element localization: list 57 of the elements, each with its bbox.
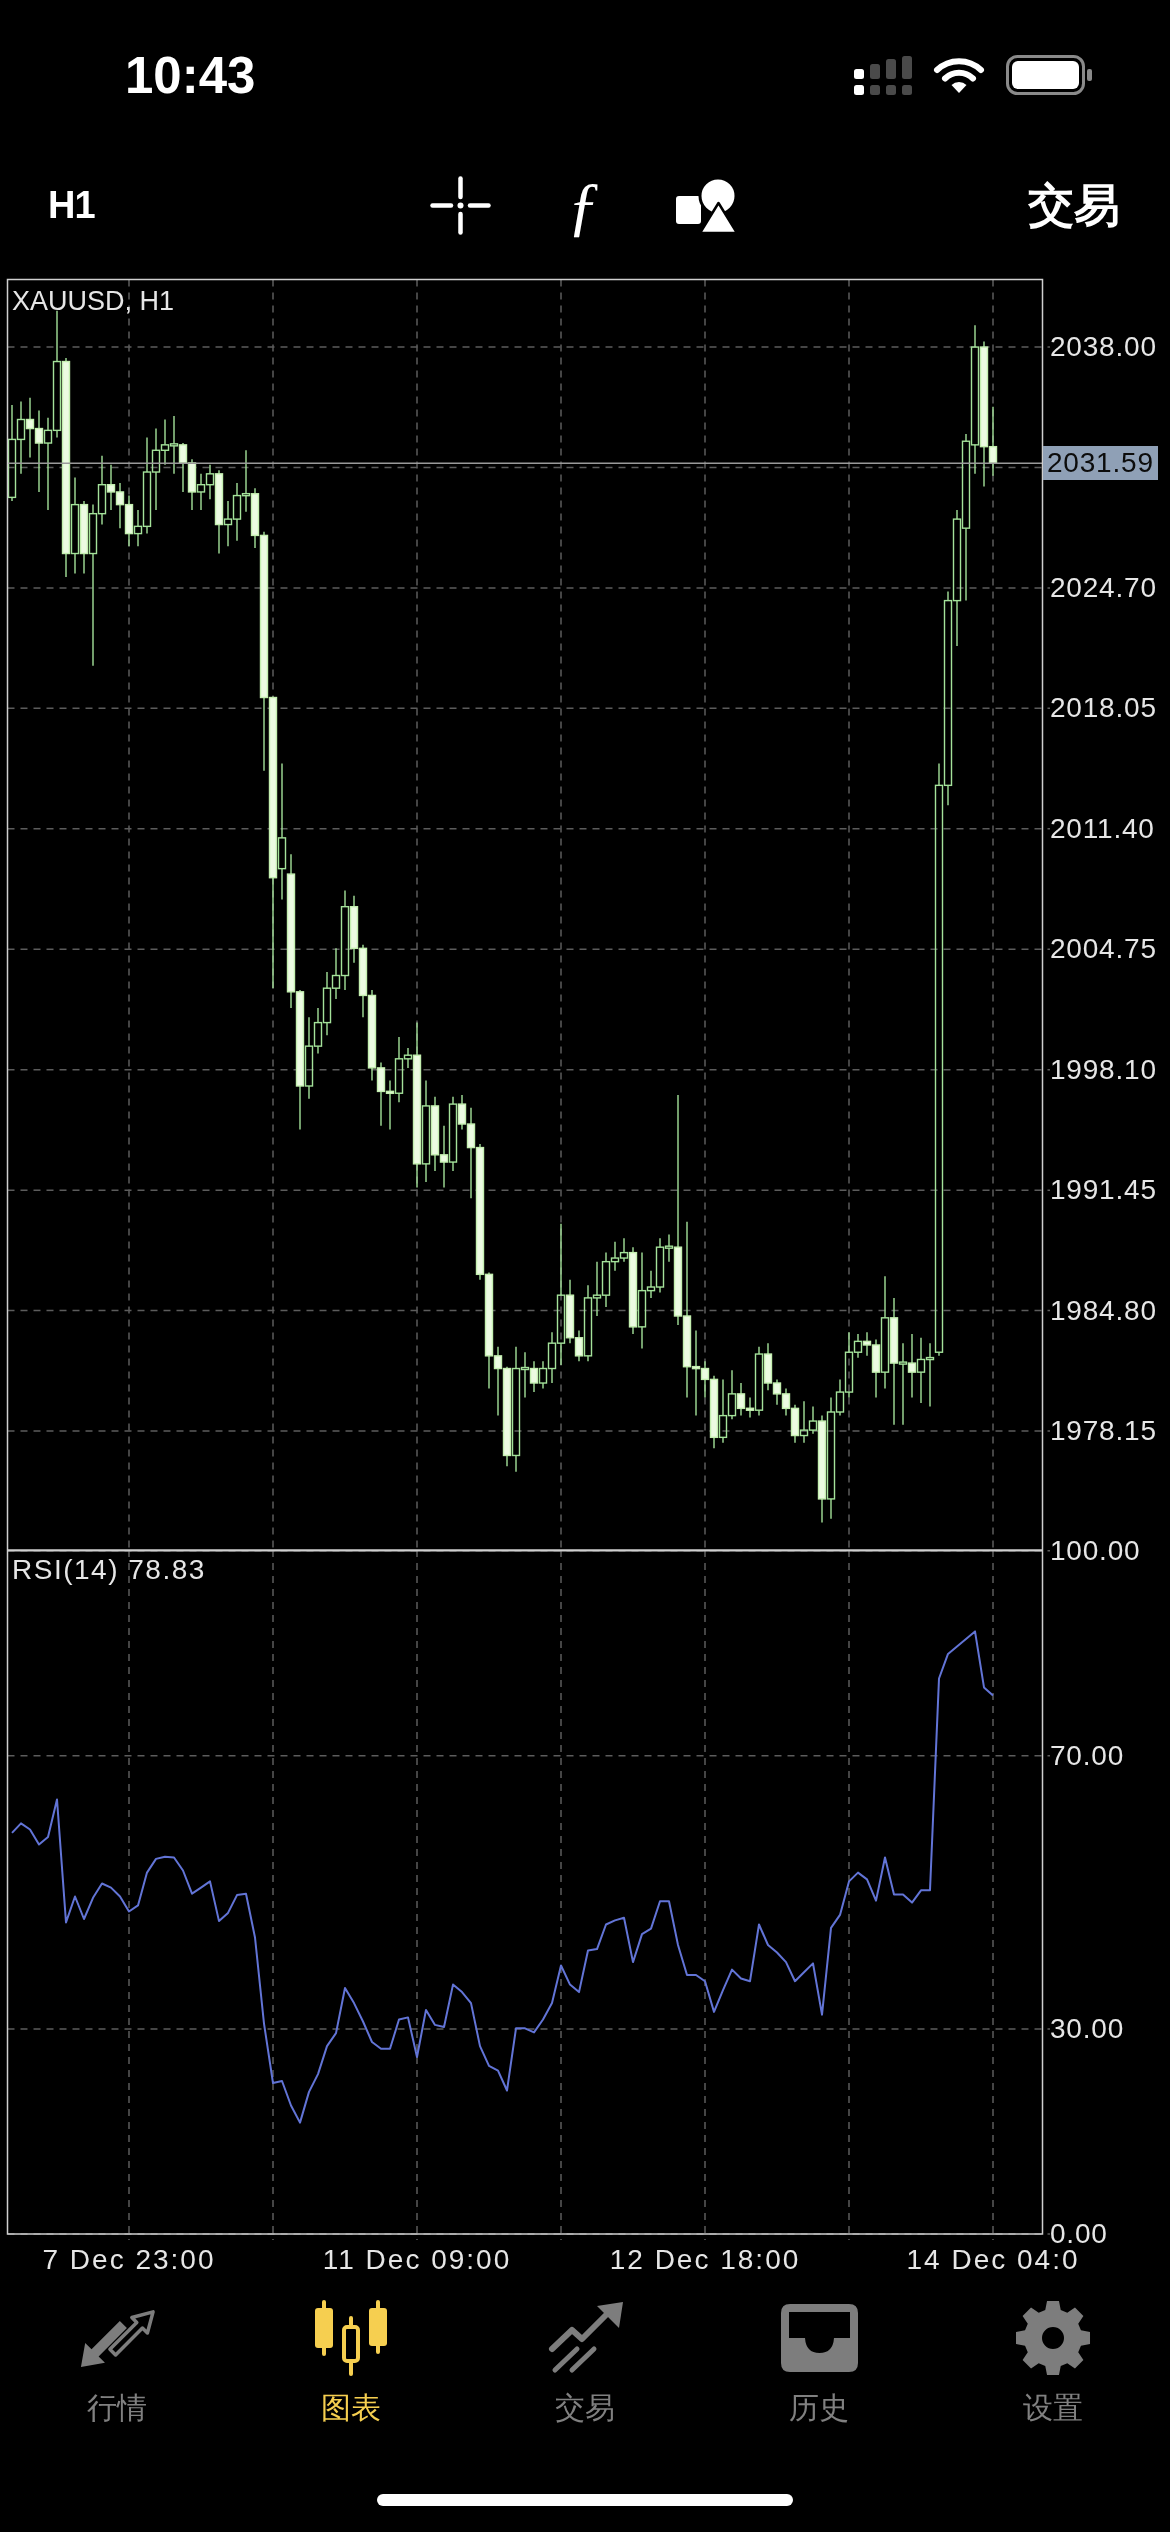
candlestick-icon <box>313 2300 389 2376</box>
symbol-title: XAUUSD, H1 <box>12 285 175 318</box>
price-axis-label: 1998.10 <box>1050 1052 1157 1087</box>
price-axis-label: 2004.75 <box>1050 932 1157 967</box>
time-axis-label: 11 Dec 09:00 <box>322 2247 512 2273</box>
indicator-axis-label: 0.00 <box>1050 2221 1108 2247</box>
timeframe-button[interactable]: H1 <box>48 186 95 224</box>
indicator-title: RSI(14) 78.83 <box>12 1553 206 1587</box>
inbox-tray-icon <box>780 2304 858 2372</box>
candle <box>322 971 332 1036</box>
candle <box>916 1337 926 1404</box>
crosshair-icon[interactable] <box>430 175 491 235</box>
candle <box>781 1387 791 1417</box>
settings-icon <box>1015 2300 1091 2376</box>
price-axis-label: 2011.40 <box>1050 811 1155 846</box>
price-axis-label: 2018.05 <box>1050 691 1157 726</box>
time-axis-label: 12 Dec 18:00 <box>609 2247 801 2273</box>
candle <box>718 1378 728 1444</box>
candle <box>592 1260 602 1317</box>
tab-button[interactable]: 交易 <box>468 2300 702 2426</box>
current-price-tag: 2031.59 <box>1043 446 1158 481</box>
trend-arrow-icon <box>547 2302 623 2374</box>
candle <box>907 1333 917 1399</box>
candle <box>169 415 179 475</box>
indicator-axis-label: 30.00 <box>1050 2016 1125 2042</box>
price-axis-label: 1991.45 <box>1050 1173 1157 1208</box>
battery-icon <box>1006 55 1092 95</box>
signal-icon <box>854 55 912 95</box>
price-axis-label: 1978.15 <box>1050 1414 1157 1448</box>
price-axis-label: 1984.80 <box>1050 1293 1157 1328</box>
candle <box>790 1404 800 1444</box>
tab-button[interactable]: 行情 <box>0 2300 234 2426</box>
time-axis-label: 7 Dec 23:00 <box>42 2247 216 2273</box>
tab-button[interactable]: 图表 <box>234 2300 468 2426</box>
tab-button[interactable]: 设置 <box>936 2300 1170 2426</box>
candle <box>25 397 35 459</box>
candle <box>241 449 251 513</box>
time-axis-label: 14 Dec 04:0 <box>906 2247 1080 2273</box>
candle <box>439 1125 449 1189</box>
candle <box>115 482 125 529</box>
candle <box>376 1061 386 1127</box>
candle <box>196 473 206 511</box>
wifi-icon <box>933 56 985 94</box>
trade-button[interactable]: 交易 <box>1028 182 1120 228</box>
indicator-axis-label: 70.00 <box>1050 1742 1125 1769</box>
status-time: 10:43 <box>125 49 256 101</box>
shapes-icon[interactable] <box>676 176 738 234</box>
function-button[interactable]: ƒ <box>567 172 600 238</box>
candle <box>385 1079 395 1131</box>
tab-button[interactable]: 历史 <box>702 2300 936 2426</box>
price-axis-label: 2024.70 <box>1050 570 1157 605</box>
candle <box>187 458 197 511</box>
candle <box>232 482 242 542</box>
candle <box>124 494 134 547</box>
candle <box>178 442 188 493</box>
price-axis-label: 2038.00 <box>1050 330 1157 365</box>
indicator-axis-label: 100.00 <box>1050 1537 1141 1564</box>
